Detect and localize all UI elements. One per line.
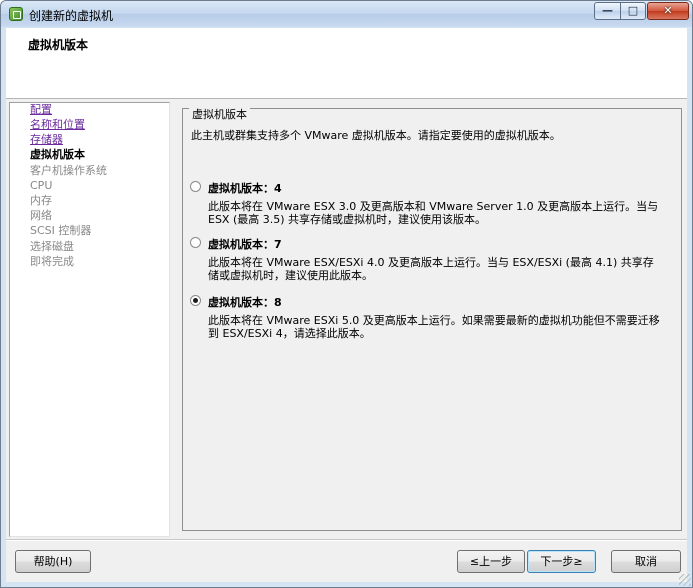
minimize-icon: —: [602, 4, 613, 17]
help-button[interactable]: 帮助(H): [15, 550, 91, 573]
maximize-icon: □: [627, 4, 639, 17]
option-label[interactable]: 虚拟机版本：7: [208, 236, 282, 252]
vsphere-icon: [9, 7, 23, 21]
radio-version-7[interactable]: [190, 237, 201, 248]
radio-version-4[interactable]: [190, 181, 201, 192]
cancel-button[interactable]: 取消: [611, 550, 681, 573]
maximize-button[interactable]: □: [620, 2, 646, 20]
option-description: 此版本将在 VMware ESXi 5.0 及更高版本上运行。如果需要最新的虚拟…: [208, 314, 660, 340]
nav-step-network: 网络: [30, 209, 52, 222]
group-title: 虚拟机版本: [189, 108, 250, 122]
close-button[interactable]: ✕: [647, 2, 689, 20]
intro-text: 此主机或群集支持多个 VMware 虚拟机版本。请指定要使用的虚拟机版本。: [191, 129, 561, 142]
option-label[interactable]: 虚拟机版本：8: [208, 294, 282, 310]
nav-step-name-location[interactable]: 名称和位置: [30, 118, 85, 132]
wizard-header: 虚拟机版本: [6, 28, 687, 99]
next-button[interactable]: 下一步≥: [527, 550, 596, 573]
footer-divider: [6, 539, 687, 541]
wizard-window: 创建新的虚拟机 — □ ✕ 虚拟机版本 配置 名称和位置 存储器 虚拟机版本 客…: [0, 0, 693, 588]
close-icon: ✕: [663, 4, 673, 17]
back-button[interactable]: ≤上一步: [457, 550, 525, 573]
page-title: 虚拟机版本: [28, 38, 89, 52]
minimize-button[interactable]: —: [594, 2, 621, 20]
nav-step-scsi: SCSI 控制器: [30, 224, 92, 237]
nav-step-config[interactable]: 配置: [30, 103, 52, 117]
option-description: 此版本将在 VMware ESX/ESXi 4.0 及更高版本上运行。当与 ES…: [208, 256, 654, 282]
nav-step-guest-os: 客户机操作系统: [30, 164, 107, 177]
radio-version-8[interactable]: [190, 295, 201, 306]
option-description: 此版本将在 VMware ESX 3.0 及更高版本和 VMware Serve…: [208, 200, 659, 226]
window-title: 创建新的虚拟机: [29, 9, 114, 23]
nav-step-cpu: CPU: [30, 179, 53, 192]
nav-step-vm-version: 虚拟机版本: [30, 148, 85, 161]
nav-step-memory: 内存: [30, 194, 52, 207]
nav-step-ready: 即将完成: [30, 255, 74, 268]
nav-step-select-disk: 选择磁盘: [30, 240, 74, 253]
resize-grip-icon[interactable]: [679, 574, 691, 586]
option-label[interactable]: 虚拟机版本：4: [208, 180, 282, 196]
title-bar[interactable]: 创建新的虚拟机 — □ ✕: [1, 1, 692, 27]
wizard-body: 虚拟机版本 配置 名称和位置 存储器 虚拟机版本 客户机操作系统 CPU 内存 …: [6, 28, 687, 582]
nav-step-storage[interactable]: 存储器: [30, 133, 63, 147]
